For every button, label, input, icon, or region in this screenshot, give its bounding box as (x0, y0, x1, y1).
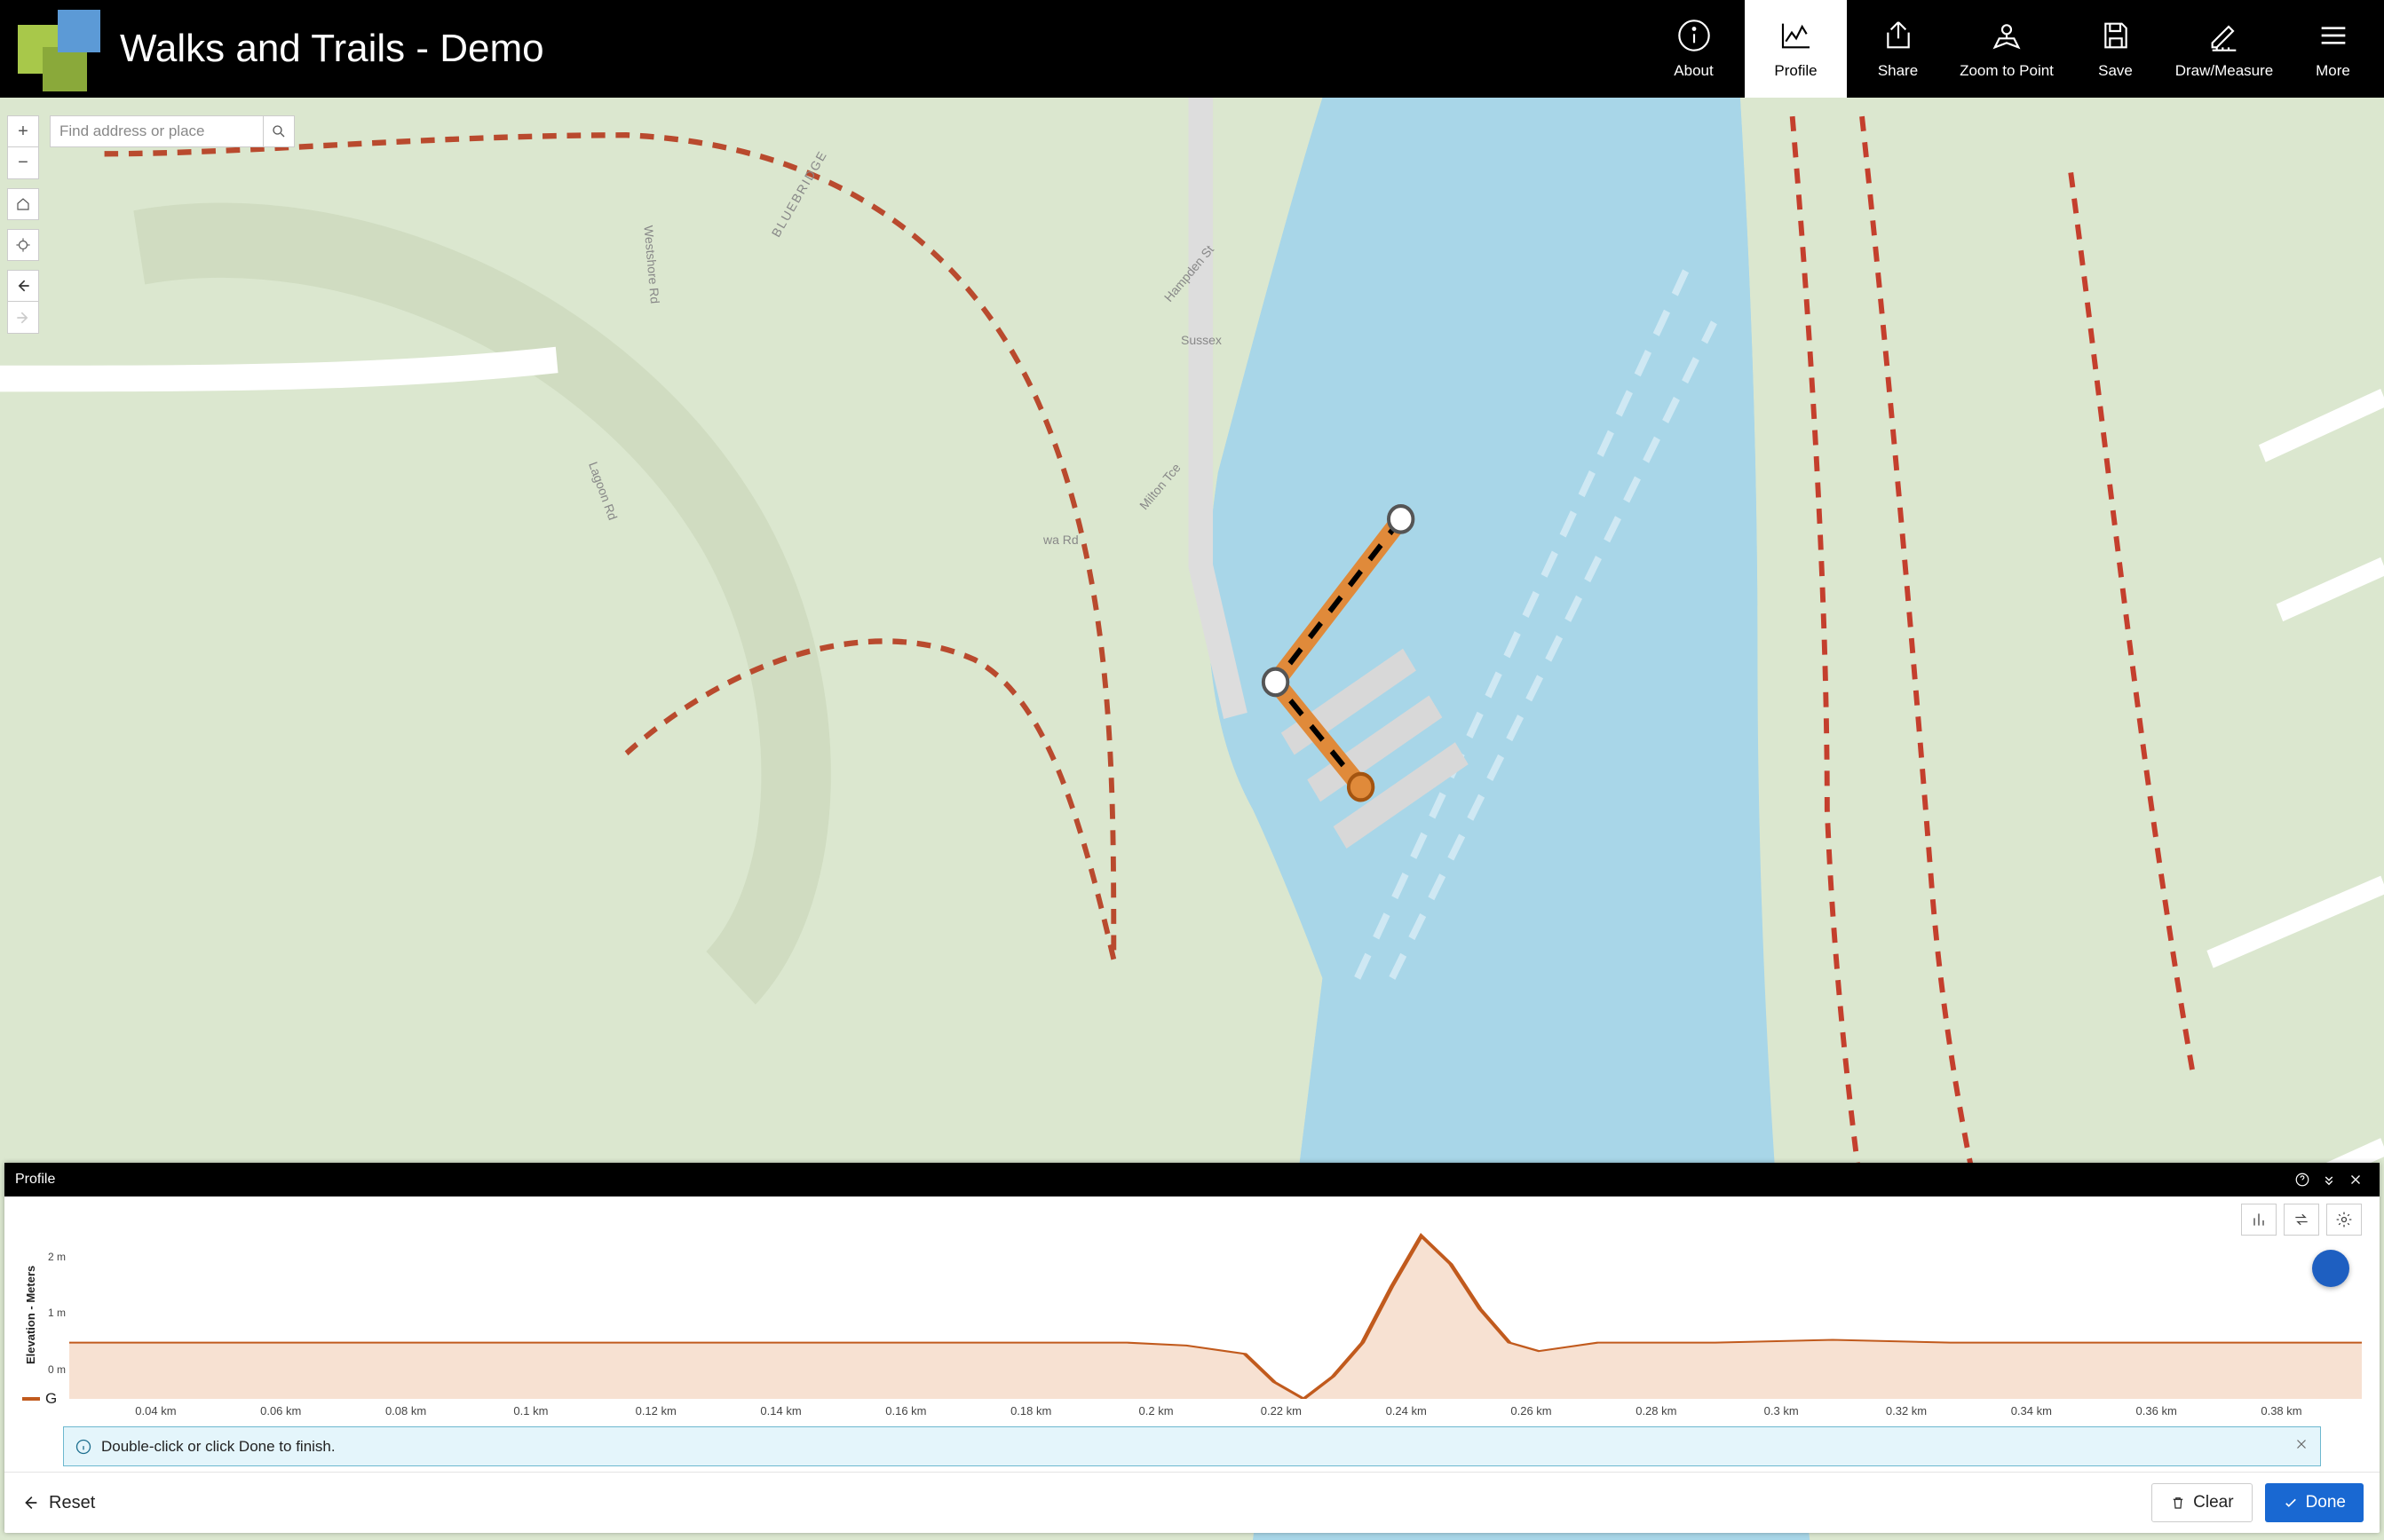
help-icon (2294, 1172, 2310, 1188)
search-box (50, 115, 295, 147)
locate-button[interactable] (7, 229, 39, 261)
info-icon (75, 1438, 92, 1456)
clear-button[interactable]: Clear (2151, 1483, 2252, 1522)
logo-icon (9, 7, 98, 91)
legend-swatch (22, 1397, 40, 1401)
zoom-in-button[interactable]: + (7, 115, 39, 147)
panel-close-button[interactable] (2342, 1172, 2369, 1188)
reset-button[interactable]: Reset (20, 1493, 95, 1513)
nav-zoom-to-point[interactable]: Zoom to Point (1949, 0, 2064, 98)
home-extent-button[interactable] (7, 188, 39, 220)
profile-panel: Profile (4, 1163, 2380, 1533)
chart-legend: G (22, 1390, 57, 1408)
chevron-down-double-icon (2321, 1172, 2337, 1188)
nav-share[interactable]: Share (1847, 0, 1949, 98)
share-icon (1881, 18, 1916, 53)
chart-plot[interactable] (69, 1230, 2362, 1399)
arrow-left-icon (20, 1493, 40, 1512)
chart-y-label: Elevation - Meters (22, 1230, 39, 1399)
map-controls: + − (7, 115, 295, 334)
app-header: Walks and Trails - Demo About Profile Sh… (0, 0, 2384, 98)
search-button[interactable] (263, 115, 295, 147)
search-input[interactable] (50, 115, 263, 147)
chart-x-ticks: 0.04 km0.06 km0.08 km0.1 km0.12 km0.14 k… (22, 1404, 2362, 1418)
map-label-sussex: Sussex (1181, 333, 1222, 347)
chart-line-icon (1778, 18, 1814, 53)
app-title: Walks and Trails - Demo (98, 27, 544, 71)
header-nav: About Profile Share Zoom to Point Save D… (1643, 0, 2384, 98)
nav-about[interactable]: About (1643, 0, 1745, 98)
map-canvas[interactable]: Westshore Rd BLUEBRIDGE Lagoon Rd Hampde… (0, 98, 2384, 1540)
chart-area: Elevation - Meters 2 m1 m0 m 0.04 km0.06… (4, 1196, 2380, 1472)
done-button[interactable]: Done (2265, 1483, 2364, 1522)
trash-icon (2170, 1495, 2186, 1511)
brand: Walks and Trails - Demo (0, 0, 544, 98)
bars-icon (2250, 1211, 2268, 1228)
swap-icon (2293, 1211, 2310, 1228)
next-extent-button[interactable] (7, 302, 39, 334)
nav-draw-measure[interactable]: Draw/Measure (2166, 0, 2282, 98)
home-icon (15, 196, 31, 212)
map-label-wa: wa Rd (1043, 533, 1079, 547)
tip-banner: Double-click or click Done to finish. (63, 1426, 2321, 1466)
panel-header: Profile (4, 1163, 2380, 1196)
gear-icon (2335, 1211, 2353, 1228)
zoom-out-button[interactable]: − (7, 147, 39, 179)
search-icon (271, 123, 287, 139)
locate-icon (15, 237, 31, 253)
panel-title: Profile (15, 1172, 55, 1188)
close-icon (2348, 1172, 2364, 1188)
panel-collapse-button[interactable] (2316, 1172, 2342, 1188)
close-icon (2293, 1436, 2309, 1452)
tip-text: Double-click or click Done to finish. (101, 1438, 336, 1456)
nav-profile[interactable]: Profile (1745, 0, 1847, 98)
pin-zoom-icon (1989, 18, 2024, 53)
nav-save[interactable]: Save (2064, 0, 2166, 98)
prev-extent-button[interactable] (7, 270, 39, 302)
info-icon (1676, 18, 1712, 53)
arrow-right-icon (14, 309, 32, 327)
panel-footer: Reset Clear Done (4, 1472, 2380, 1533)
menu-icon (2316, 18, 2351, 53)
arrow-left-icon (14, 277, 32, 295)
check-icon (2283, 1495, 2299, 1511)
save-icon (2098, 18, 2134, 53)
nav-more[interactable]: More (2282, 0, 2384, 98)
panel-help-button[interactable] (2289, 1172, 2316, 1188)
pencil-ruler-icon (2206, 18, 2242, 53)
tip-close-button[interactable] (2293, 1436, 2309, 1457)
